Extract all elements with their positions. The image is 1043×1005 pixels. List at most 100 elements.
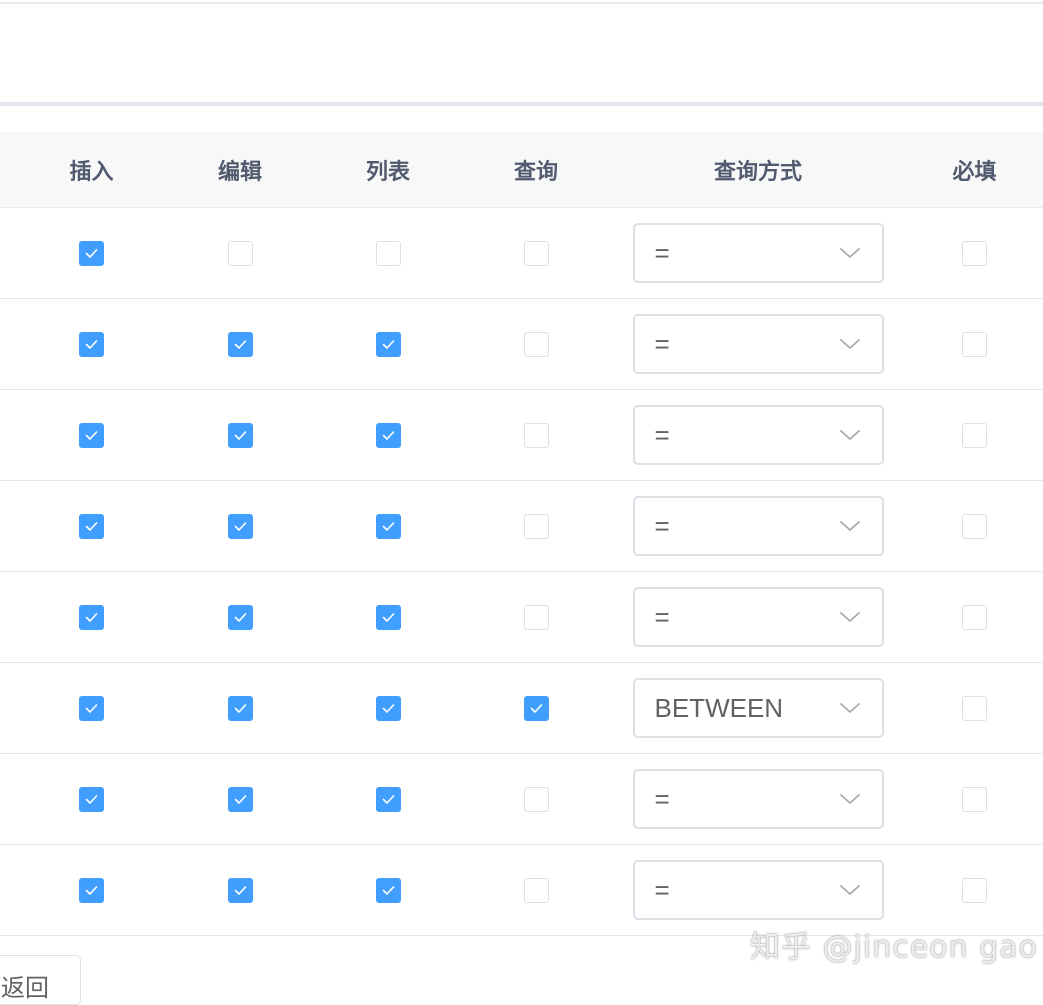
query-type-select[interactable]: BETWEEN	[632, 678, 884, 738]
back-button-label: 返回	[1, 974, 49, 1002]
insert-checkbox[interactable]	[79, 240, 104, 266]
list-cell	[314, 844, 462, 936]
edit-cell	[166, 480, 314, 572]
query-type-cell: BETWEEN	[610, 662, 906, 754]
list-checkbox[interactable]	[375, 786, 401, 812]
query-type-cell: =	[610, 480, 906, 572]
insert-checkbox[interactable]	[79, 877, 104, 903]
edit-cell	[166, 753, 314, 845]
query-checkbox[interactable]	[523, 786, 549, 812]
table-header-row: 插入 编辑 列表 查询 查询方式 必填	[0, 132, 1043, 208]
checkmark-icon	[85, 612, 98, 622]
required-checkbox[interactable]	[962, 240, 987, 266]
query-type-select[interactable]: =	[632, 769, 884, 829]
edit-cell	[166, 389, 314, 481]
list-checkbox[interactable]	[375, 422, 401, 448]
required-cell	[906, 571, 1043, 663]
query-type-cell: =	[610, 753, 906, 845]
query-type-value: =	[654, 238, 670, 268]
query-type-select[interactable]: =	[632, 223, 884, 283]
insert-cell	[0, 207, 166, 299]
back-button[interactable]: 返回	[0, 955, 81, 1005]
checkmark-icon	[85, 339, 98, 349]
edit-checkbox[interactable]	[227, 786, 253, 812]
required-checkbox[interactable]	[962, 604, 987, 630]
query-checkbox[interactable]	[523, 695, 549, 721]
required-checkbox[interactable]	[962, 331, 987, 357]
list-checkbox[interactable]	[375, 240, 401, 266]
query-cell	[462, 844, 610, 936]
insert-checkbox[interactable]	[79, 604, 104, 630]
required-checkbox[interactable]	[962, 695, 987, 721]
checkmark-icon	[85, 521, 98, 531]
edit-checkbox[interactable]	[227, 422, 253, 448]
query-checkbox[interactable]	[523, 331, 549, 357]
insert-cell	[0, 389, 166, 481]
insert-checkbox[interactable]	[79, 695, 104, 721]
insert-checkbox[interactable]	[79, 422, 104, 448]
checkmark-icon	[382, 521, 394, 531]
edit-checkbox[interactable]	[227, 513, 253, 539]
required-checkbox[interactable]	[962, 877, 987, 903]
query-type-value: =	[654, 602, 670, 632]
checkmark-icon	[85, 885, 98, 895]
list-checkbox[interactable]	[375, 877, 401, 903]
edit-checkbox[interactable]	[227, 240, 253, 266]
checkmark-icon	[234, 612, 246, 622]
query-checkbox[interactable]	[523, 240, 549, 266]
query-type-value: =	[654, 420, 670, 450]
table-row: =	[0, 571, 1043, 663]
checkmark-icon	[382, 430, 394, 440]
checkmark-icon	[85, 703, 98, 713]
chevron-down-icon[interactable]	[839, 609, 860, 628]
chevron-down-icon[interactable]	[839, 700, 860, 719]
edit-checkbox[interactable]	[227, 331, 253, 357]
query-type-cell: =	[610, 298, 906, 390]
required-checkbox[interactable]	[962, 786, 987, 812]
query-type-select[interactable]: =	[632, 496, 884, 556]
required-checkbox[interactable]	[962, 422, 987, 448]
checkmark-icon	[234, 794, 246, 804]
edit-cell	[166, 207, 314, 299]
query-type-value: =	[654, 511, 670, 541]
list-checkbox[interactable]	[375, 604, 401, 630]
chevron-down-icon[interactable]	[839, 245, 860, 264]
insert-checkbox[interactable]	[79, 331, 104, 357]
list-checkbox[interactable]	[375, 331, 401, 357]
edit-checkbox[interactable]	[227, 695, 253, 721]
chevron-down-icon[interactable]	[839, 882, 860, 901]
chevron-down-icon[interactable]	[839, 336, 860, 355]
watermark: 知乎 @jinceon gao	[750, 930, 1038, 965]
checkmark-icon	[85, 430, 98, 440]
list-checkbox[interactable]	[375, 695, 401, 721]
query-checkbox[interactable]	[523, 604, 549, 630]
field-config-table: 插入 编辑 列表 查询 查询方式 必填 = = = = = BETWEEN = =	[0, 132, 1043, 936]
required-checkbox[interactable]	[962, 513, 987, 539]
query-type-select[interactable]: =	[632, 860, 884, 920]
required-cell	[906, 662, 1043, 754]
query-type-select[interactable]: =	[632, 587, 884, 647]
query-checkbox[interactable]	[523, 422, 549, 448]
checkmark-icon	[530, 703, 542, 713]
insert-checkbox[interactable]	[79, 786, 104, 812]
chevron-down-icon[interactable]	[839, 427, 860, 446]
insert-checkbox[interactable]	[79, 513, 104, 539]
query-type-cell: =	[610, 389, 906, 481]
edit-checkbox[interactable]	[227, 604, 253, 630]
edit-checkbox[interactable]	[227, 877, 253, 903]
edit-cell	[166, 844, 314, 936]
required-cell	[906, 389, 1043, 481]
query-checkbox[interactable]	[523, 513, 549, 539]
list-checkbox[interactable]	[375, 513, 401, 539]
query-checkbox[interactable]	[523, 877, 549, 903]
header-insert: 插入	[0, 132, 166, 208]
insert-cell	[0, 480, 166, 572]
chevron-down-icon[interactable]	[839, 791, 860, 810]
chevron-down-icon[interactable]	[839, 518, 860, 537]
insert-cell	[0, 571, 166, 663]
checkmark-icon	[85, 248, 98, 258]
query-cell	[462, 389, 610, 481]
query-type-select[interactable]: =	[632, 405, 884, 465]
query-type-select[interactable]: =	[632, 314, 884, 374]
edit-cell	[166, 662, 314, 754]
